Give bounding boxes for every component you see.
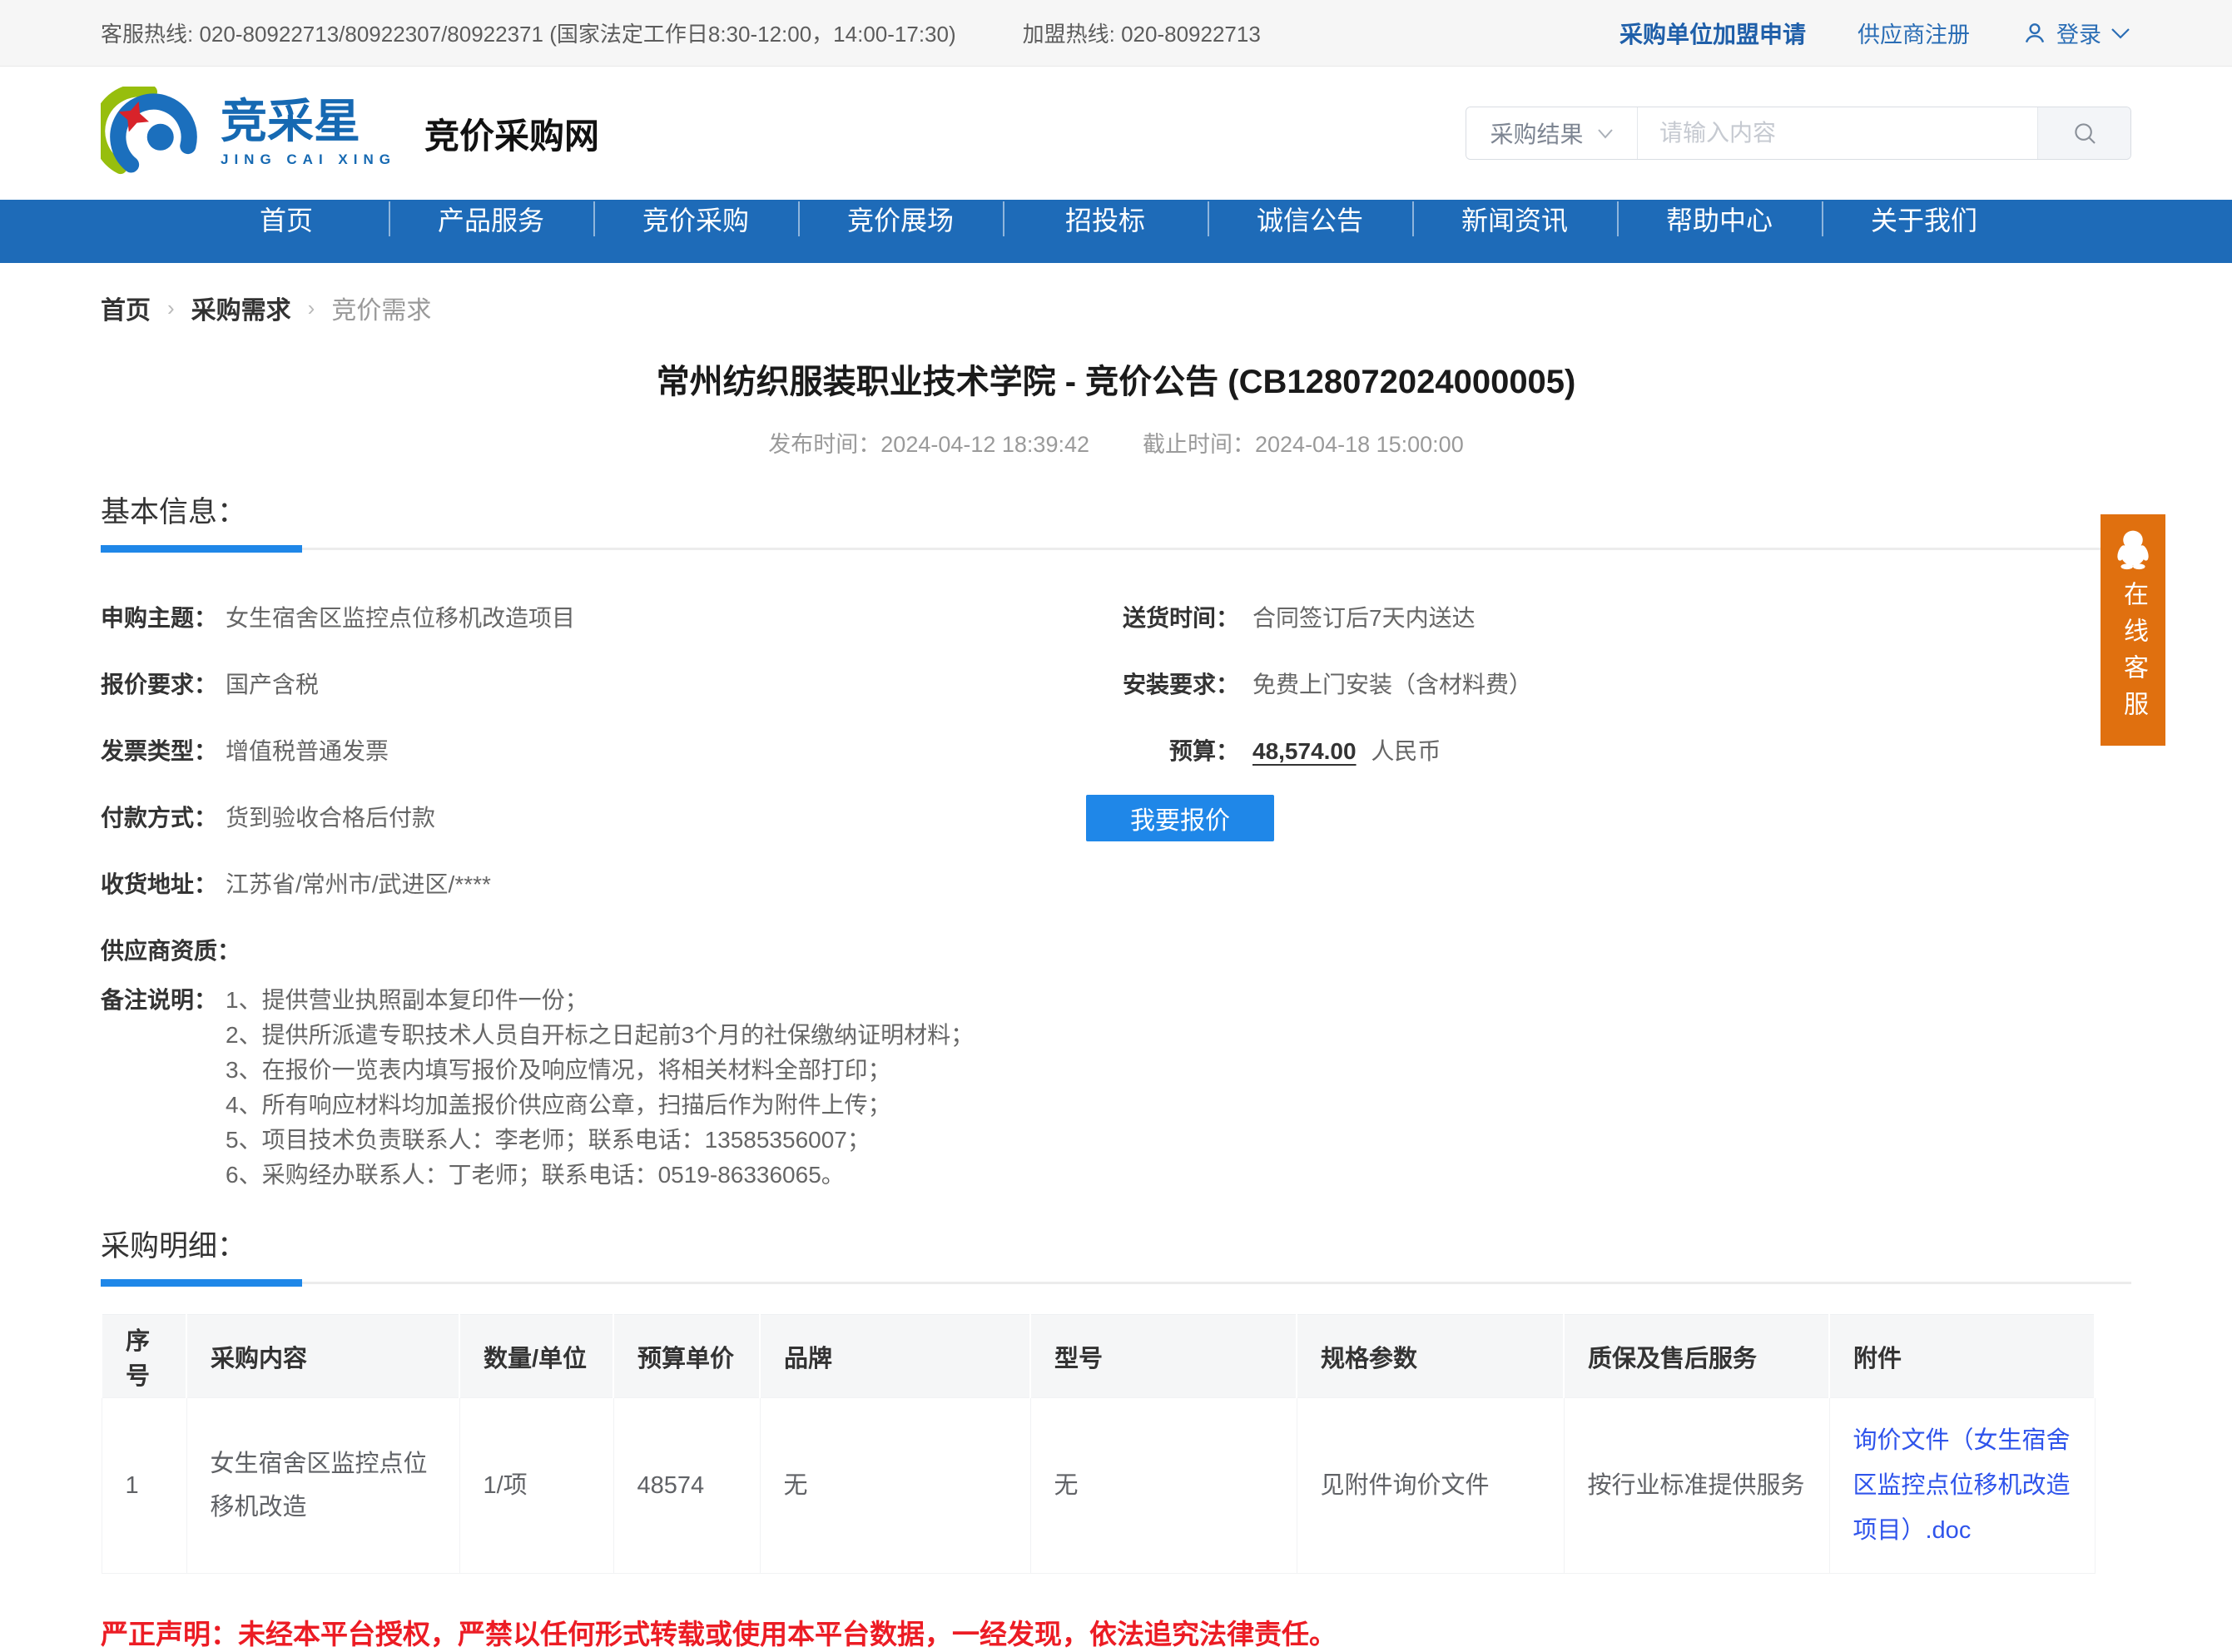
site-header: 竞采星 JING CAI XING 竞价采购网 采购结果 [0,67,2232,200]
col-warranty: 质保及售后服务 [1563,1314,1830,1398]
service-hotline-text: 客服热线: 020-80922713/80922307/80922371 (国家… [101,22,956,47]
cell-attachment: 询价文件（女生宿舍区监控点位移机改造项目）.doc [1828,1397,2096,1574]
nav-item-news[interactable]: 新闻资讯 [1412,200,1617,238]
field-purchase-subject: 申购主题： 女生宿舍区监控点位移机改造项目 [101,605,576,631]
main-content: 首页 › 采购需求 › 竞价需求 常州纺织服装职业技术学院 - 竞价公告 (CB… [101,290,2131,1652]
cell-model: 无 [1029,1397,1297,1574]
budget-amount: 48,574.00 [1252,738,1357,764]
cell-brand: 无 [759,1397,1031,1574]
join-hotline-text: 加盟热线: 020-80922713 [1022,22,1261,47]
col-attachment: 附件 [1828,1314,2096,1398]
field-delivery-time: 送货时间： 合同签订后7天内送达 [1122,605,1476,631]
topbar: 客服热线: 020-80922713/80922307/80922371 (国家… [0,0,2232,67]
nav-item-about-us[interactable]: 关于我们 [1822,200,2026,238]
main-nav: 首页 产品服务 竞价采购 竞价展场 招投标 诚信公告 新闻资讯 帮助中心 关于我… [0,200,2232,263]
nav-item-bidding-purchase[interactable]: 竞价采购 [593,200,798,238]
cell-content: 女生宿舍区监控点位移机改造 [186,1397,460,1574]
detail-section-title: 采购明细： [101,1230,247,1263]
search-button[interactable] [2037,107,2130,159]
budget-currency: 人民币 [1371,738,1441,764]
cell-seq: 1 [101,1397,187,1574]
col-brand: 品牌 [759,1314,1031,1398]
customer-service-label: 在线客服 [2120,581,2147,727]
cell-warranty: 按行业标准提供服务 [1563,1397,1830,1574]
chevron-right-icon: › [307,295,315,320]
field-supplier-qualification: 供应商资质： [101,938,241,964]
search-category-value: 采购结果 [1490,122,1584,147]
table-row: 1 女生宿舍区监控点位移机改造 1/项 48574 无 无 见附件询价文件 按行… [101,1397,2096,1574]
user-icon [2021,20,2048,47]
online-customer-service-widget[interactable]: 在线客服 [2101,514,2165,746]
procurement-detail-table: 序号 采购内容 数量/单位 预算单价 品牌 型号 规格参数 质保及售后服务 附件… [101,1314,2096,1574]
login-button[interactable]: 登录 [2021,17,2131,49]
attachment-doc-link[interactable]: 询价文件（女生宿舍区监控点位移机改造项目）.doc [1853,1427,2071,1544]
cell-budget-unit-price: 48574 [613,1397,761,1574]
field-invoice-type: 发票类型： 增值税普通发票 [101,738,389,764]
basic-info-grid: 申购主题： 女生宿舍区监控点位移机改造项目 报价要求： 国产含税 发票类型： 增… [101,583,2131,1193]
field-delivery-address: 收货地址： 江苏省/常州市/武进区/**** [101,871,491,897]
page-title: 常州纺织服装职业技术学院 - 竞价公告 (CB128072024000005) [656,364,1576,400]
qq-penguin-icon [2110,526,2156,573]
table-header-row: 序号 采购内容 数量/单位 预算单价 品牌 型号 规格参数 质保及售后服务 附件 [101,1314,2096,1398]
brand-subtitle: JING CAI XING [221,151,396,167]
site-title: 竞价采购网 [424,116,599,156]
col-budget-unit-price: 预算单价 [613,1314,761,1398]
field-install-requirement: 安装要求： 免费上门安装（含材料费） [1122,672,1533,697]
col-spec: 规格参数 [1296,1314,1565,1398]
cell-qty-unit: 1/项 [459,1397,614,1574]
notice-dates: 发布时间：2024-04-12 18:39:42 截止时间：2024-04-18… [101,426,2131,459]
field-quote-requirement: 报价要求： 国产含税 [101,672,320,697]
basic-info-section-title: 基本信息： [101,496,247,528]
field-remarks: 备注说明： 1、提供营业执照副本复印件一份； 2、提供所派遣专职技术人员自开标之… [101,983,1066,1193]
breadcrumb-home[interactable]: 首页 [101,290,151,326]
field-payment-method: 付款方式： 货到验收合格后付款 [101,805,436,831]
search-category-dropdown[interactable]: 采购结果 [1466,107,1638,159]
chevron-right-icon: › [167,295,175,320]
nav-item-home[interactable]: 首页 [184,200,389,238]
search-bar: 采购结果 [1466,107,2131,160]
breadcrumb-purchase-demand[interactable]: 采购需求 [191,290,291,326]
brand-swirl-icon [101,87,201,180]
cell-spec: 见附件询价文件 [1296,1397,1565,1574]
section-divider [101,543,2131,553]
nav-item-bidding-hall[interactable]: 竞价展场 [798,200,1003,238]
nav-item-integrity-notice[interactable]: 诚信公告 [1208,200,1412,238]
remark-lines: 1、提供营业执照副本复印件一份； 2、提供所派遣专职技术人员自开标之日起前3个月… [226,987,975,1188]
search-input[interactable] [1638,107,2037,159]
col-qty-unit: 数量/单位 [459,1314,614,1398]
nav-item-help-center[interactable]: 帮助中心 [1617,200,1822,238]
supplier-register-link[interactable]: 供应商注册 [1858,17,1970,49]
publish-time: 发布时间：2024-04-12 18:39:42 [768,432,1089,457]
nav-item-tenders[interactable]: 招投标 [1003,200,1208,238]
chevron-down-icon [2110,27,2131,40]
nav-item-products[interactable]: 产品服务 [389,200,593,238]
search-icon [2071,119,2099,147]
deadline-time: 截止时间：2024-04-18 15:00:00 [1143,432,1464,457]
brand-name: 竞采星 [221,95,360,147]
site-logo[interactable]: 竞采星 JING CAI XING 竞价采购网 [101,87,599,180]
breadcrumb: 首页 › 采购需求 › 竞价需求 [101,290,2131,326]
col-seq: 序号 [101,1314,187,1398]
quote-now-button[interactable]: 我要报价 [1086,795,1274,841]
col-content: 采购内容 [186,1314,460,1398]
section-divider [101,1277,2131,1287]
col-model: 型号 [1029,1314,1297,1398]
field-budget: 预算： 48,574.00 人民币 [1168,738,1441,764]
login-label: 登录 [2056,22,2101,47]
disclaimer-text: 严正声明：未经本平台授权，严禁以任何形式转载或使用本平台数据，一经发现，依法追究… [101,1619,1337,1650]
purchaser-join-link[interactable]: 采购单位加盟申请 [1619,17,1806,50]
chevron-down-icon [1597,128,1614,139]
breadcrumb-current: 竞价需求 [331,297,432,325]
